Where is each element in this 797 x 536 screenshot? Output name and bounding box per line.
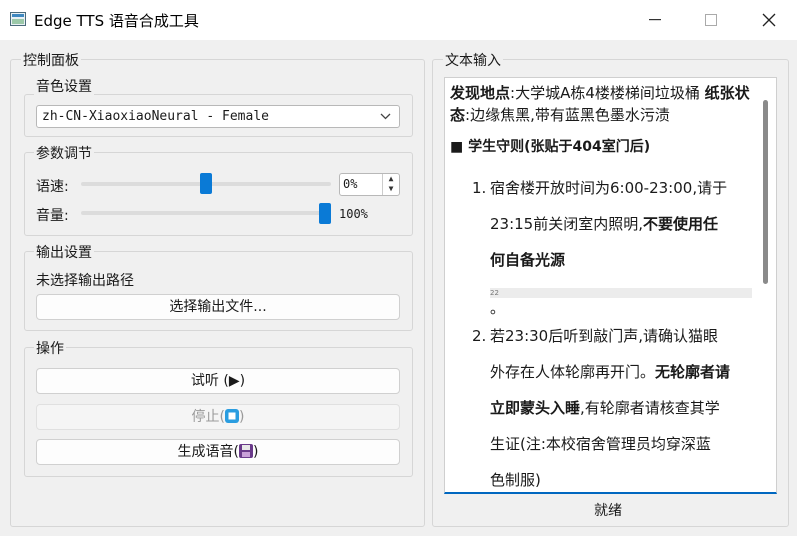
spin-down-icon[interactable]: ▼ xyxy=(383,184,399,194)
chevron-down-icon xyxy=(380,106,391,134)
generate-label-end: ) xyxy=(253,444,259,460)
voice-select-value: zh-CN-XiaoxiaoNeural - Female xyxy=(42,109,269,124)
rule-number: 2. xyxy=(472,327,487,345)
voice-settings-title: 音色设置 xyxy=(34,76,94,96)
status-text: 就绪 xyxy=(594,503,622,519)
rule-item-2: 2. 若23:30后听到敲门声,请确认猫眼 外存在人体轮廓再开门。无轮廓者请 立… xyxy=(450,318,755,492)
spin-arrows[interactable]: ▲ ▼ xyxy=(382,174,399,195)
inline-artifact: 22 xyxy=(490,288,752,298)
speed-slider-handle[interactable] xyxy=(200,173,212,194)
minimize-icon xyxy=(649,19,661,21)
volume-label: 音量: xyxy=(36,208,69,224)
rule-emphasis: 不要使用任 xyxy=(643,215,719,233)
generate-label: 生成语音( xyxy=(177,444,239,460)
rule-line: 若23:30后听到敲门声,请确认猫眼 xyxy=(490,327,718,345)
spin-up-icon[interactable]: ▲ xyxy=(383,174,399,184)
paper-value: :边缘焦黑,带有蓝黑色墨水污渍 xyxy=(465,106,670,124)
volume-slider-track[interactable] xyxy=(81,211,331,215)
rule-line: 生证(注:本校宿舍管理员均穿深蓝 xyxy=(490,435,711,453)
stop-icon xyxy=(225,409,239,423)
text-scrollbar-thumb[interactable] xyxy=(763,100,768,284)
actions-title: 操作 xyxy=(34,338,66,358)
app-icon xyxy=(10,12,26,26)
rule-number: 1. xyxy=(472,179,487,197)
close-icon xyxy=(762,13,776,27)
speed-label: 语速: xyxy=(36,179,69,195)
section-heading: ■ 学生守则(张贴于404室门后) xyxy=(450,139,651,155)
preview-button[interactable]: 试听 (▶) xyxy=(36,368,400,394)
rule-line: ,有轮廓者请核查其学 xyxy=(580,399,720,417)
rule-emphasis: 立即蒙头入睡 xyxy=(490,399,581,417)
minimize-button[interactable] xyxy=(632,0,678,40)
rule-line: 宿舍楼开放时间为6:00-23:00,请于 xyxy=(490,179,728,197)
output-path-status: 未选择输出路径 xyxy=(36,273,134,289)
text-editor[interactable]: 发现地点:大学城A栋4楼楼梯间垃圾桶 纸张状态:边缘焦黑,带有蓝黑色墨水污渍 ■… xyxy=(444,77,777,494)
stop-button[interactable]: 停止() xyxy=(36,404,400,430)
save-icon xyxy=(239,444,253,458)
window-title: Edge TTS 语音合成工具 xyxy=(34,12,199,30)
speed-spinbox[interactable]: 0% ▲ ▼ xyxy=(339,173,400,196)
generate-button[interactable]: 生成语音() xyxy=(36,439,400,465)
stop-label-end: ) xyxy=(239,409,245,425)
voice-select[interactable]: zh-CN-XiaoxiaoNeural - Female xyxy=(36,105,400,128)
volume-value: 100% xyxy=(339,207,368,221)
location-label: 发现地点 xyxy=(450,84,511,102)
intro-paragraph: 发现地点:大学城A栋4楼楼梯间垃圾桶 纸张状态:边缘焦黑,带有蓝黑色墨水污渍 xyxy=(450,82,755,126)
maximize-icon xyxy=(705,14,717,26)
text-input-title: 文本输入 xyxy=(443,50,503,70)
volume-slider-handle[interactable] xyxy=(319,203,331,224)
close-button[interactable] xyxy=(746,0,792,40)
location-value: :大学城A栋4楼楼梯间垃圾桶 xyxy=(510,84,700,102)
rule-line: 色制服) xyxy=(490,471,541,489)
maximize-button[interactable] xyxy=(688,0,734,40)
output-title: 输出设置 xyxy=(34,242,94,262)
rule-emphasis: 何自备光源 xyxy=(490,251,566,269)
choose-output-button[interactable]: 选择输出文件... xyxy=(36,294,400,320)
speed-value: 0% xyxy=(343,177,358,191)
rule-line: 外存在人体轮廓再开门。 xyxy=(490,363,656,381)
orphan-period: 。 xyxy=(490,299,506,317)
params-title: 参数调节 xyxy=(34,143,94,163)
control-panel-title: 控制面板 xyxy=(21,50,81,70)
rule-emphasis: 无轮廓者请 xyxy=(655,363,731,381)
rule-item-1: 1. 宿舍楼开放时间为6:00-23:00,请于 23:15前关闭室内照明,不要… xyxy=(450,170,755,278)
rule-line: 23:15前关闭室内照明, xyxy=(490,215,643,233)
stop-label: 停止( xyxy=(191,409,225,425)
